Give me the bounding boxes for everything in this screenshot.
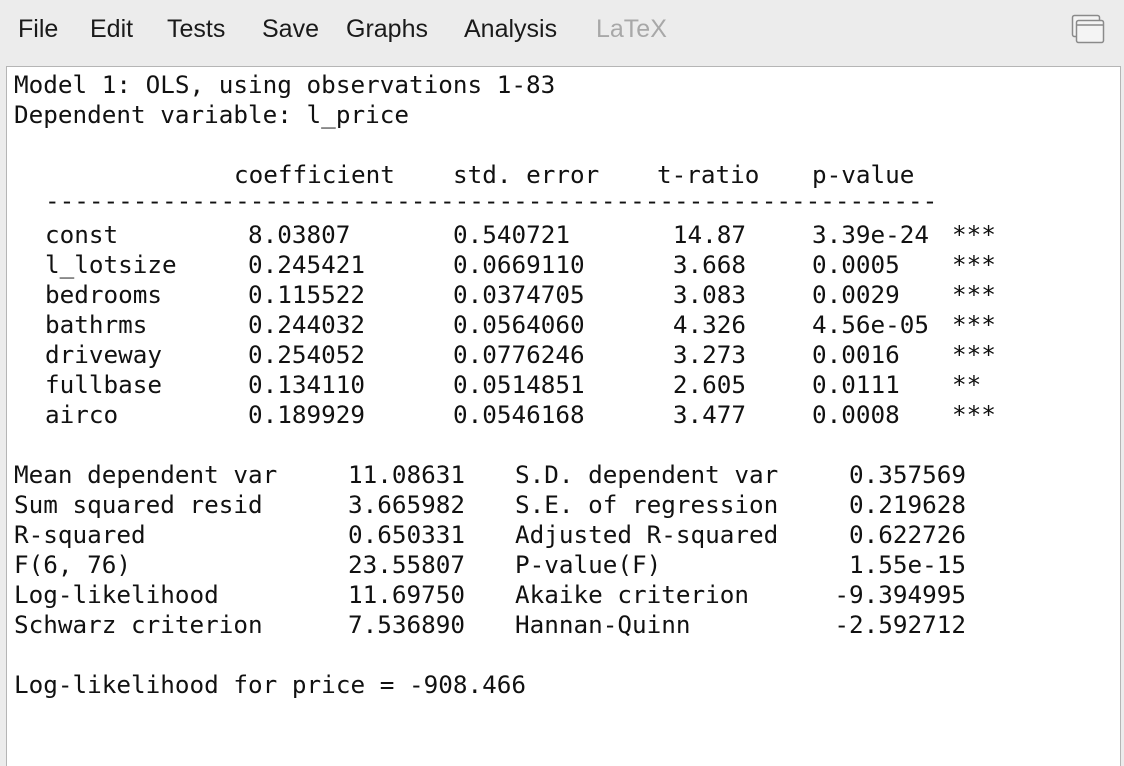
significance-stars: *** xyxy=(952,220,996,249)
significance-stars: *** xyxy=(952,400,996,429)
p-value: 0.0016 xyxy=(812,340,900,369)
p-value: 4.56e-05 xyxy=(812,310,930,339)
coefficient-value: 0.134110 xyxy=(248,370,366,399)
menu-file[interactable]: File xyxy=(18,15,58,44)
p-value: 0.0005 xyxy=(812,250,900,279)
model-title: Model 1: OLS, using observations 1-83 xyxy=(14,70,556,99)
menu-graphs[interactable]: Graphs xyxy=(346,15,428,44)
std-error-value: 0.0776246 xyxy=(453,340,585,369)
coefficient-value: 0.245421 xyxy=(248,250,366,279)
coefficient-value: 8.03807 xyxy=(248,220,351,249)
stat-label: Sum squared resid xyxy=(14,490,263,519)
menu-latex: LaTeX xyxy=(596,15,667,43)
loglik-price: Log-likelihood for price = -908.466 xyxy=(14,670,526,699)
significance-stars: *** xyxy=(952,250,996,279)
menu-edit[interactable]: Edit xyxy=(90,15,133,44)
duplicate-window-icon[interactable] xyxy=(1070,13,1106,45)
significance-stars: *** xyxy=(952,340,996,369)
variable-name: l_lotsize xyxy=(45,250,177,279)
p-value: 0.0008 xyxy=(812,400,900,429)
stat-value: 11.69750 xyxy=(347,580,465,609)
std-error-value: 0.0669110 xyxy=(453,250,585,279)
t-ratio-value: 2.605 xyxy=(672,370,746,399)
stat-value: 0.622726 xyxy=(848,520,966,549)
stat-value: 7.536890 xyxy=(347,610,465,639)
stat-label: F(6, 76) xyxy=(14,550,132,579)
stat-label: Adjusted R-squared xyxy=(515,520,779,549)
p-value: 3.39e-24 xyxy=(812,220,930,249)
significance-stars: *** xyxy=(952,280,996,309)
stat-label: R-squared xyxy=(14,520,146,549)
stat-value: -9.394995 xyxy=(834,580,966,609)
stat-label: P-value(F) xyxy=(515,550,662,579)
stat-label: S.E. of regression xyxy=(515,490,779,519)
stat-label: Akaike criterion xyxy=(515,580,750,609)
stat-value: 3.665982 xyxy=(347,490,465,519)
variable-name: fullbase xyxy=(45,370,163,399)
variable-name: bathrms xyxy=(45,310,148,339)
std-error-value: 0.0374705 xyxy=(453,280,585,309)
variable-name: const xyxy=(45,220,119,249)
t-ratio-value: 3.668 xyxy=(672,250,746,279)
t-ratio-value: 3.273 xyxy=(672,340,746,369)
variable-name: bedrooms xyxy=(45,280,163,309)
variable-name: airco xyxy=(45,400,119,429)
stat-label: S.D. dependent var xyxy=(515,460,779,489)
stat-value: 23.55807 xyxy=(347,550,465,579)
t-ratio-value: 4.326 xyxy=(672,310,746,339)
p-value: 0.0111 xyxy=(812,370,900,399)
stat-value: 0.357569 xyxy=(848,460,966,489)
table-divider: ----------------------------------------… xyxy=(45,186,941,215)
std-error-value: 0.0564060 xyxy=(453,310,585,339)
menu-tests[interactable]: Tests xyxy=(167,15,225,44)
stat-value: 0.219628 xyxy=(848,490,966,519)
stat-value: 0.650331 xyxy=(347,520,465,549)
stat-value: -2.592712 xyxy=(834,610,966,639)
significance-stars: *** xyxy=(952,310,996,339)
significance-stars: ** xyxy=(952,370,982,399)
menu-save[interactable]: Save xyxy=(262,15,319,44)
coefficient-value: 0.244032 xyxy=(248,310,366,339)
coefficient-value: 0.254052 xyxy=(248,340,366,369)
t-ratio-value: 3.477 xyxy=(672,400,746,429)
stat-label: Schwarz criterion xyxy=(14,610,263,639)
stat-value: 11.08631 xyxy=(347,460,465,489)
stat-value: 1.55e-15 xyxy=(848,550,966,579)
menu-analysis[interactable]: Analysis xyxy=(464,15,557,44)
t-ratio-value: 14.87 xyxy=(672,220,746,249)
variable-name: driveway xyxy=(45,340,163,369)
stat-label: Hannan-Quinn xyxy=(515,610,691,639)
coefficient-value: 0.189929 xyxy=(248,400,366,429)
stat-label: Mean dependent var xyxy=(14,460,278,489)
std-error-value: 0.0514851 xyxy=(453,370,585,399)
p-value: 0.0029 xyxy=(812,280,900,309)
menu-bar: File Edit Tests Save Graphs Analysis LaT… xyxy=(0,0,1124,64)
coefficient-value: 0.115522 xyxy=(248,280,366,309)
std-error-value: 0.540721 xyxy=(453,220,571,249)
stat-label: Log-likelihood xyxy=(14,580,219,609)
std-error-value: 0.0546168 xyxy=(453,400,585,429)
model-output-pane[interactable]: Model 1: OLS, using observations 1-83 De… xyxy=(6,66,1121,766)
t-ratio-value: 3.083 xyxy=(672,280,746,309)
dependent-variable: Dependent variable: l_price xyxy=(14,100,409,129)
